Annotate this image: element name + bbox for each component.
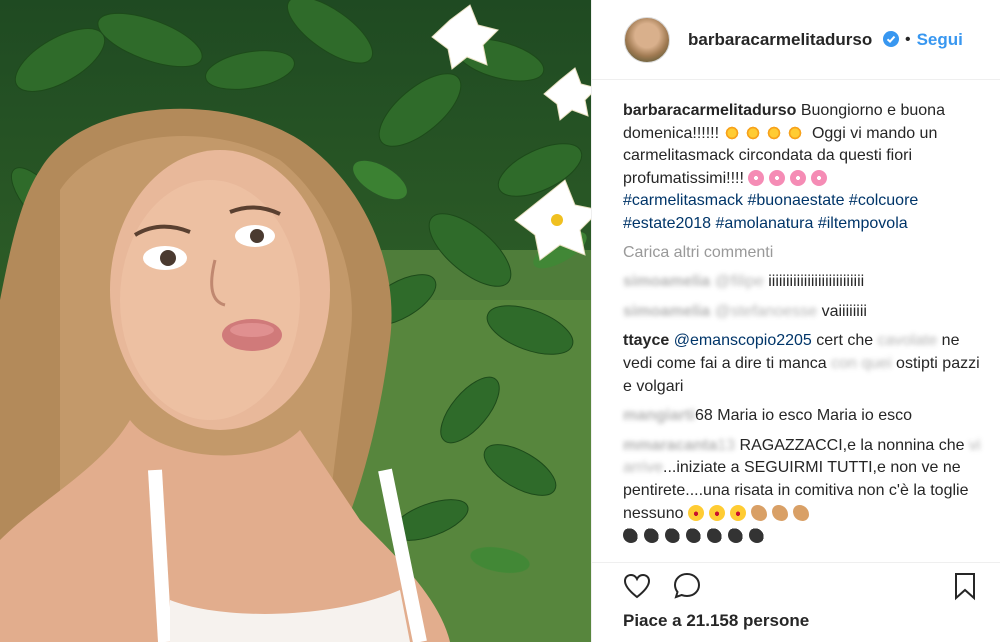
bomb-emoji bbox=[707, 527, 723, 544]
bomb-emoji bbox=[665, 527, 681, 544]
heart-icon[interactable] bbox=[622, 571, 652, 601]
post-side-panel: barbaracarmelitadurso • Segui barbaracar… bbox=[591, 0, 1000, 642]
comment-username-suffix: 13 bbox=[717, 436, 736, 454]
comment-text: RAGAZZACCI,e la nonnina bbox=[735, 436, 935, 454]
bomb-emoji bbox=[749, 527, 765, 544]
post-photo[interactable] bbox=[0, 0, 591, 642]
bookmark-icon[interactable] bbox=[950, 571, 980, 601]
comment-item: ttayce @emanscopio2205 cert che cavolate… bbox=[623, 330, 983, 398]
hashtag-link[interactable]: #estate2018 bbox=[623, 215, 711, 232]
comment-text: cert che bbox=[811, 332, 874, 350]
comment-mention[interactable]: @emanscopio2205 bbox=[674, 332, 812, 349]
sun-emoji bbox=[723, 124, 740, 141]
flex-arm-emoji bbox=[750, 504, 767, 521]
hashtag-link[interactable]: #carmelitasmack bbox=[623, 192, 743, 209]
sun-emoji bbox=[765, 124, 782, 141]
smile-emoji bbox=[708, 504, 725, 521]
comment-username[interactable]: simoamelia bbox=[623, 303, 710, 320]
flower-emoji bbox=[790, 169, 807, 186]
sun-emoji bbox=[744, 124, 761, 141]
comment-username-suffix: 68 bbox=[695, 407, 713, 425]
comment-item: simoamelia @stefanoesse vaiiiiiiii bbox=[623, 301, 983, 324]
comment-mention[interactable]: @stefanoesse bbox=[715, 303, 818, 320]
comment-item: mangiarti68 Maria io esco Maria io esco bbox=[623, 405, 983, 428]
separator-dot: • bbox=[904, 30, 911, 48]
avatar[interactable] bbox=[624, 16, 670, 63]
comment-item: simoamelia @filipe iiiiiiiiiiiiiiiiiiiii… bbox=[623, 271, 983, 294]
bomb-emoji bbox=[686, 527, 702, 544]
smile-emoji bbox=[729, 504, 746, 521]
comment-icon[interactable] bbox=[672, 571, 702, 601]
post-actions: Piace a 21.158 persone bbox=[592, 562, 1000, 642]
bomb-emoji bbox=[644, 527, 660, 544]
hashtag-link[interactable]: #buonaestate bbox=[747, 192, 844, 209]
author-username[interactable]: barbaracarmelitadurso bbox=[688, 30, 899, 50]
caption: barbaracarmelitadurso Buongiorno e buona… bbox=[623, 100, 983, 236]
comment-username[interactable]: ttayce bbox=[623, 332, 669, 349]
comment-username[interactable]: mangiarti bbox=[623, 407, 695, 424]
sun-emoji bbox=[786, 124, 803, 141]
comment-item: mmaracanta13 RAGAZZACCI,e la nonnina che… bbox=[623, 435, 983, 548]
comment-mention[interactable]: @filipe bbox=[715, 273, 764, 290]
comment-username[interactable]: mmaracanta bbox=[623, 437, 717, 454]
comment-username[interactable]: simoamelia bbox=[623, 273, 710, 290]
bomb-emoji bbox=[623, 527, 639, 544]
caption-username[interactable]: barbaracarmelitadurso bbox=[623, 102, 796, 119]
follow-button[interactable]: Segui bbox=[917, 30, 963, 50]
post-header: barbaracarmelitadurso • Segui bbox=[592, 0, 1000, 80]
comment-text: vaiiiiiiii bbox=[817, 302, 867, 320]
flex-arm-emoji bbox=[792, 504, 809, 521]
hashtag-link[interactable]: #colcuore bbox=[849, 192, 918, 209]
comment-text: iiiiiiiiiiiiiiiiiiiiiiiiiii bbox=[763, 273, 865, 291]
verified-badge-icon bbox=[882, 30, 899, 47]
flex-arm-emoji bbox=[771, 504, 788, 521]
comment-text-blurred: cavolate bbox=[877, 332, 938, 350]
comments-list: barbaracarmelitadurso Buongiorno e buona… bbox=[623, 100, 983, 548]
bomb-emoji bbox=[728, 527, 744, 544]
comment-text-blurred: con quei bbox=[831, 354, 892, 372]
flower-emoji bbox=[748, 169, 765, 186]
author-username-text[interactable]: barbaracarmelitadurso bbox=[688, 30, 872, 49]
hashtag-link[interactable]: #iltempovola bbox=[818, 215, 908, 232]
flower-emoji bbox=[811, 169, 828, 186]
hashtag-link[interactable]: #amolanatura bbox=[716, 215, 814, 232]
load-more-comments[interactable]: Carica altri commenti bbox=[623, 242, 983, 265]
smile-emoji bbox=[687, 504, 704, 521]
comment-text: Maria io esco Maria io esco bbox=[712, 407, 912, 425]
flower-emoji bbox=[769, 169, 786, 186]
comment-text: che bbox=[938, 436, 969, 454]
likes-count[interactable]: Piace a 21.158 persone bbox=[623, 611, 809, 631]
photo-illustration bbox=[0, 0, 591, 642]
